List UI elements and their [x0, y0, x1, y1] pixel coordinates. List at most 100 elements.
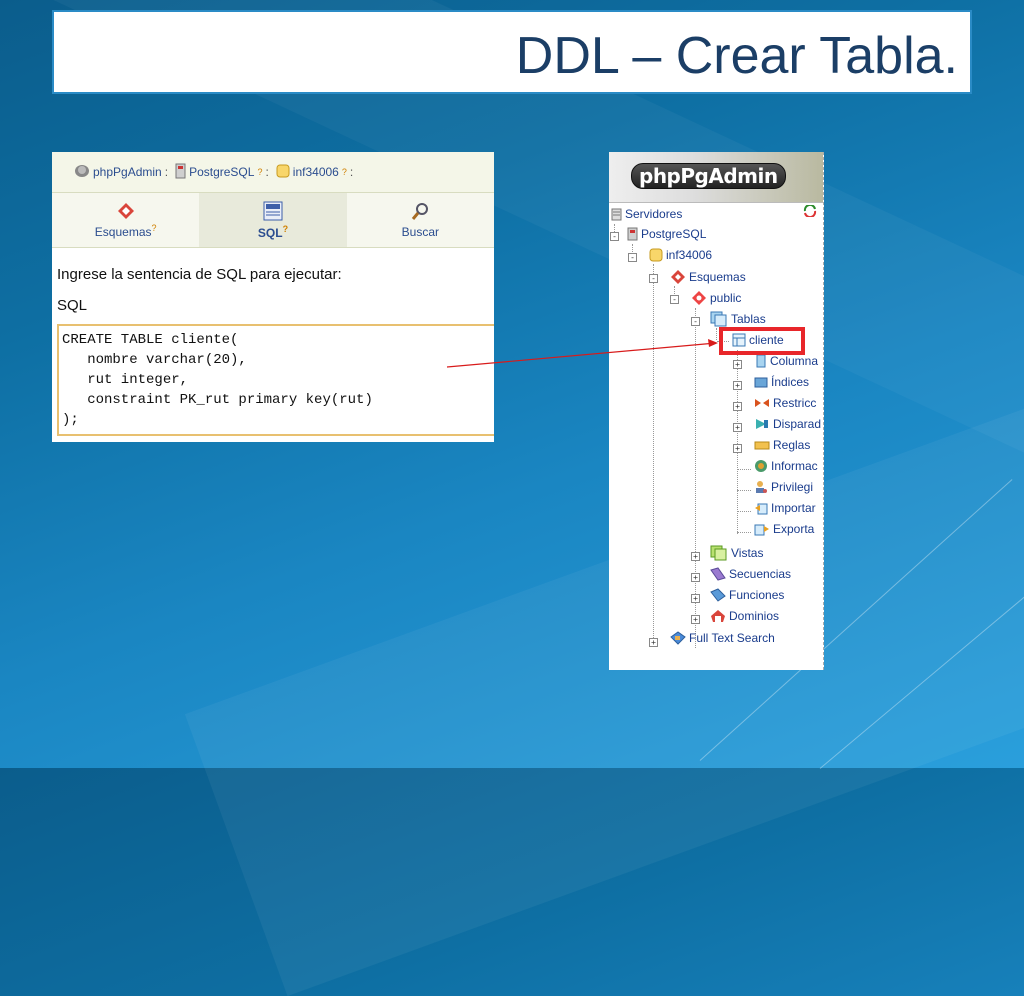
tree-node-informacion[interactable]: Informac — [754, 459, 818, 473]
expand-toggle[interactable]: + — [649, 638, 658, 647]
elephant-icon — [74, 163, 90, 182]
node-label: Privilegi — [771, 480, 814, 494]
node-label: inf34006 — [666, 248, 713, 262]
expand-toggle[interactable]: + — [691, 552, 700, 561]
node-label: Servidores — [625, 207, 683, 221]
server-icon — [627, 227, 638, 241]
breadcrumb-postgresql[interactable]: PostgreSQL — [189, 165, 254, 179]
triggers-icon — [756, 419, 768, 429]
tree-node-columnas[interactable]: Columna — [754, 354, 818, 368]
slide-title: DDL – Crear Tabla. — [515, 27, 958, 85]
node-label: Informac — [771, 459, 818, 473]
indexes-icon — [754, 377, 768, 388]
expand-toggle[interactable]: + — [733, 381, 742, 390]
node-label: Secuencias — [729, 567, 792, 581]
tree-node-public[interactable]: public — [691, 290, 741, 306]
expand-toggle[interactable]: + — [691, 615, 700, 624]
tree-node-privilegios[interactable]: Privilegi — [754, 480, 813, 494]
expand-toggle[interactable]: + — [733, 444, 742, 453]
tab-label: Esquemas — [94, 224, 152, 239]
tree-node-dominios[interactable]: Dominios — [710, 609, 779, 623]
node-label: public — [710, 291, 742, 305]
schema-icon — [117, 202, 134, 219]
tree-node-reglas[interactable]: Reglas — [754, 438, 810, 452]
collapse-toggle[interactable]: - — [691, 317, 700, 326]
domains-icon — [711, 610, 725, 622]
node-label: Full Text Search — [689, 631, 775, 645]
node-label: Dominios — [729, 609, 780, 623]
functions-icon — [710, 588, 726, 602]
database-icon — [649, 248, 663, 262]
node-label: Restricc — [773, 396, 817, 410]
rules-icon — [754, 441, 770, 450]
expand-toggle[interactable]: + — [691, 594, 700, 603]
help-mark[interactable]: ? — [257, 167, 262, 177]
expand-toggle[interactable]: + — [733, 423, 742, 432]
tab-sql[interactable]: SQL? — [199, 193, 347, 247]
sql-label: SQL — [57, 297, 88, 314]
node-label: Funciones — [729, 588, 785, 602]
expand-toggle[interactable]: + — [733, 402, 742, 411]
export-icon — [754, 524, 769, 536]
columns-icon — [756, 354, 766, 368]
highlight-box — [719, 327, 805, 355]
node-label: Vistas — [731, 546, 764, 560]
refresh-icon[interactable] — [803, 205, 817, 217]
privileges-icon — [756, 481, 767, 493]
tab-bar: Esquemas? SQL? Buscar — [52, 193, 494, 248]
breadcrumb: phpPgAdmin: PostgreSQL?: inf34006?: — [52, 152, 494, 193]
import-icon — [755, 503, 768, 515]
browser-tree-panel: phpPgAdmin Servidores - PostgreSQL - inf… — [609, 152, 824, 670]
phppgadmin-logo: phpPgAdmin — [631, 163, 786, 189]
node-label: Importar — [771, 501, 816, 515]
node-label: Tablas — [731, 312, 766, 326]
tab-buscar[interactable]: Buscar — [347, 193, 494, 247]
node-label: Exporta — [773, 522, 815, 536]
sql-textarea[interactable]: CREATE TABLE cliente( nombre varchar(20)… — [57, 324, 494, 436]
servers-icon — [611, 208, 622, 220]
expand-toggle[interactable]: + — [691, 573, 700, 582]
help-mark[interactable]: ? — [283, 224, 289, 234]
node-label: Reglas — [773, 438, 811, 452]
help-mark[interactable]: ? — [342, 167, 347, 177]
sql-prompt: Ingrese la sentencia de SQL para ejecuta… — [57, 266, 342, 283]
breadcrumb-database[interactable]: inf34006 — [293, 165, 339, 179]
collapse-toggle[interactable]: - — [610, 232, 619, 241]
expand-toggle[interactable]: + — [733, 360, 742, 369]
node-label: Disparad — [773, 417, 822, 431]
tree-node-disparadores[interactable]: Disparad — [754, 417, 821, 431]
node-label: Columna — [770, 354, 819, 368]
node-label: Esquemas — [689, 270, 746, 284]
schema-icon — [671, 270, 685, 284]
collapse-toggle[interactable]: - — [628, 253, 637, 262]
node-label: PostgreSQL — [641, 227, 707, 241]
tree-node-tablas[interactable]: Tablas — [710, 311, 766, 327]
help-mark[interactable]: ? — [152, 223, 157, 233]
tables-icon — [710, 311, 727, 327]
constraints-icon — [755, 399, 769, 407]
sql-screenshot-panel: phpPgAdmin: PostgreSQL?: inf34006?: Esqu… — [52, 152, 494, 442]
slide-title-box: DDL – Crear Tabla. — [52, 10, 972, 94]
tree-node-servidores[interactable]: Servidores — [611, 207, 682, 221]
info-icon — [755, 460, 767, 472]
tree-node-postgresql[interactable]: PostgreSQL — [627, 227, 706, 241]
tree-node-fulltext[interactable]: Full Text Search — [670, 631, 775, 645]
collapse-toggle[interactable]: - — [670, 295, 679, 304]
tab-esquemas[interactable]: Esquemas? — [52, 193, 199, 247]
tree-node-funciones[interactable]: Funciones — [710, 588, 784, 602]
tree-header: phpPgAdmin — [609, 152, 823, 203]
tree-node-importar[interactable]: Importar — [754, 501, 816, 515]
tree-node-database[interactable]: inf34006 — [649, 248, 712, 262]
schema-public-icon — [692, 291, 706, 305]
views-icon — [710, 545, 727, 561]
collapse-toggle[interactable]: - — [649, 274, 658, 283]
breadcrumb-phppgadmin[interactable]: phpPgAdmin — [93, 165, 162, 179]
fulltext-search-icon — [670, 631, 686, 645]
tab-label: Buscar — [401, 224, 439, 239]
tree-node-vistas[interactable]: Vistas — [710, 545, 763, 561]
tree-node-esquemas[interactable]: Esquemas — [670, 269, 746, 285]
tree-node-exportar[interactable]: Exporta — [754, 522, 814, 536]
tree-node-indices[interactable]: Índices — [754, 375, 809, 389]
tree-node-restricciones[interactable]: Restricc — [754, 396, 816, 410]
tree-node-secuencias[interactable]: Secuencias — [710, 567, 791, 581]
